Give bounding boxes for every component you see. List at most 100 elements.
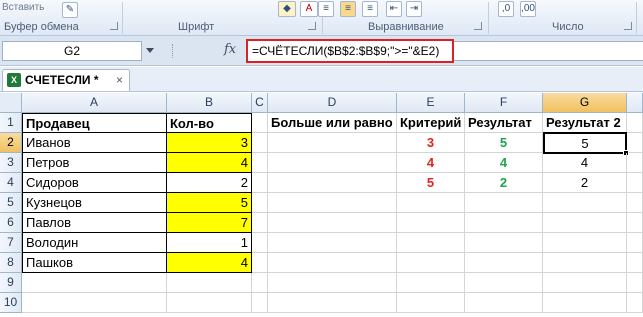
align-left-icon[interactable]: ≡ — [318, 1, 334, 17]
cell-b6[interactable]: 7 — [166, 213, 252, 233]
empty-cell[interactable] — [268, 213, 397, 233]
cell-a3[interactable]: Петров — [22, 153, 167, 173]
empty-cell[interactable] — [627, 153, 643, 173]
empty-cell[interactable] — [252, 133, 268, 153]
empty-cell[interactable] — [252, 253, 268, 273]
select-all-corner[interactable] — [0, 93, 22, 113]
cell-b7[interactable]: 1 — [166, 233, 252, 253]
empty-cell[interactable] — [627, 193, 643, 213]
empty-cell[interactable] — [252, 273, 268, 293]
empty-cell[interactable] — [268, 253, 397, 273]
empty-cell[interactable] — [627, 293, 643, 313]
formula-bar-resize-handle[interactable] — [172, 44, 176, 58]
cell-b2[interactable]: 3 — [166, 133, 252, 153]
cell-g4[interactable]: 2 — [543, 173, 627, 193]
clipboard-launcher-icon[interactable] — [110, 22, 118, 30]
column-header-f[interactable]: F — [465, 93, 543, 113]
cell-a1[interactable]: Продавец — [22, 113, 167, 133]
fill-color-icon[interactable]: ◆ — [278, 1, 296, 17]
font-color-icon[interactable]: A — [300, 1, 318, 17]
cell-b3[interactable]: 4 — [166, 153, 252, 173]
cell-a7[interactable]: Володин — [22, 233, 167, 253]
paste-button[interactable]: Вставить — [2, 2, 44, 13]
empty-cell[interactable] — [543, 233, 627, 253]
row-header-5[interactable]: 5 — [0, 193, 22, 213]
empty-cell[interactable] — [268, 133, 397, 153]
empty-cell[interactable] — [397, 273, 465, 293]
empty-cell[interactable] — [167, 293, 252, 313]
cell-a6[interactable]: Павлов — [22, 213, 167, 233]
cell-b1[interactable]: Кол-во — [166, 113, 252, 133]
cell-b5[interactable]: 5 — [166, 193, 252, 213]
decimal-increase-icon[interactable]: ,0 — [498, 1, 514, 17]
cell-g1[interactable]: Результат 2 — [543, 113, 627, 133]
empty-cell[interactable] — [465, 293, 543, 313]
empty-cell[interactable] — [252, 193, 268, 213]
column-header-h[interactable] — [627, 93, 643, 113]
row-header-10[interactable]: 10 — [0, 293, 22, 313]
empty-cell[interactable] — [252, 293, 268, 313]
name-box-dropdown-icon[interactable] — [146, 48, 154, 53]
cell-f2[interactable]: 5 — [465, 133, 543, 153]
cell-f1[interactable]: Результат — [465, 113, 543, 133]
row-header-1[interactable]: 1 — [0, 113, 22, 133]
row-header-4[interactable]: 4 — [0, 173, 22, 193]
empty-cell[interactable] — [252, 233, 268, 253]
column-header-e[interactable]: E — [397, 93, 465, 113]
cell-g2[interactable]: 5 — [543, 132, 627, 154]
column-header-b[interactable]: B — [167, 93, 252, 113]
empty-cell[interactable] — [465, 213, 543, 233]
empty-cell[interactable] — [252, 153, 268, 173]
align-center-icon[interactable]: ≡ — [340, 1, 356, 17]
align-right-icon[interactable]: ≡ — [362, 1, 378, 17]
cell-e2[interactable]: 3 — [397, 133, 465, 153]
empty-cell[interactable] — [627, 253, 643, 273]
row-header-7[interactable]: 7 — [0, 233, 22, 253]
empty-cell[interactable] — [268, 233, 397, 253]
empty-cell[interactable] — [627, 213, 643, 233]
cell-a4[interactable]: Сидоров — [22, 173, 167, 193]
cell-e3[interactable]: 4 — [397, 153, 465, 173]
empty-cell[interactable] — [627, 113, 643, 133]
insert-function-icon[interactable]: fx — [224, 42, 236, 57]
row-header-8[interactable]: 8 — [0, 253, 22, 273]
cell-b4[interactable]: 2 — [166, 173, 252, 193]
name-box[interactable]: G2 — [2, 41, 142, 61]
empty-cell[interactable] — [627, 133, 643, 153]
cell-g3[interactable]: 4 — [543, 153, 627, 173]
empty-cell[interactable] — [627, 173, 643, 193]
formula-input-extension[interactable] — [454, 41, 643, 61]
close-icon[interactable]: × — [116, 70, 123, 90]
column-header-c[interactable]: C — [252, 93, 268, 113]
empty-cell[interactable] — [543, 273, 627, 293]
cell-a5[interactable]: Кузнецов — [22, 193, 167, 213]
row-header-3[interactable]: 3 — [0, 153, 22, 173]
empty-cell[interactable] — [22, 273, 167, 293]
column-header-a[interactable]: A — [22, 93, 167, 113]
empty-cell[interactable] — [167, 273, 252, 293]
empty-cell[interactable] — [268, 173, 397, 193]
font-launcher-icon[interactable] — [308, 22, 316, 30]
cell-d1[interactable]: Больше или равно — [268, 113, 397, 133]
empty-cell[interactable] — [465, 233, 543, 253]
empty-cell[interactable] — [543, 253, 627, 273]
cell-f4[interactable]: 2 — [465, 173, 543, 193]
increase-indent-icon[interactable]: ⇥ — [406, 1, 422, 17]
formula-input[interactable]: =СЧЁТЕСЛИ($B$2:$B$9;">="&E2) — [246, 39, 454, 63]
column-header-d[interactable]: D — [268, 93, 397, 113]
empty-cell[interactable] — [465, 193, 543, 213]
empty-cell[interactable] — [627, 233, 643, 253]
cell-a8[interactable]: Пашков — [22, 253, 167, 273]
empty-cell[interactable] — [627, 273, 643, 293]
cell-f3[interactable]: 4 — [465, 153, 543, 173]
cell-b8[interactable]: 4 — [166, 253, 252, 273]
decimal-decrease-icon[interactable]: ,00 — [520, 1, 536, 17]
cell-a2[interactable]: Иванов — [22, 133, 167, 153]
empty-cell[interactable] — [252, 113, 268, 133]
number-launcher-icon[interactable] — [624, 22, 632, 30]
row-header-9[interactable]: 9 — [0, 273, 22, 293]
cell-e1[interactable]: Критерий — [397, 113, 465, 133]
alignment-launcher-icon[interactable] — [474, 22, 482, 30]
row-header-6[interactable]: 6 — [0, 213, 22, 233]
format-painter-icon[interactable]: ✎ — [62, 2, 78, 18]
